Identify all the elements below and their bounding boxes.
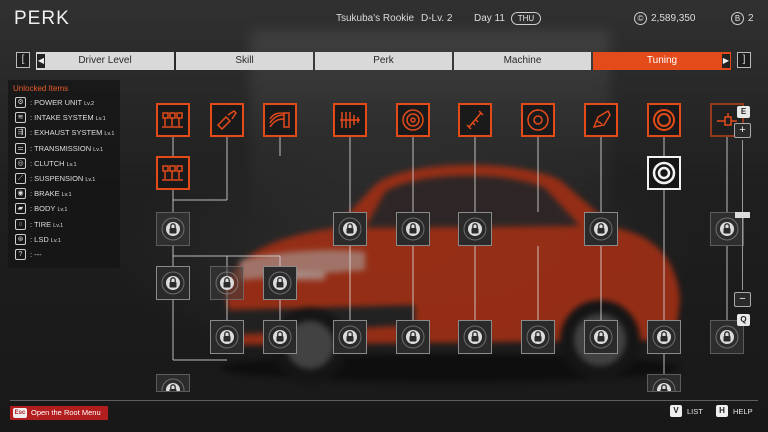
zoom-slider-thumb[interactable] bbox=[735, 212, 750, 218]
tree-node-locked[interactable] bbox=[263, 266, 297, 300]
tree-node-power-unit[interactable] bbox=[156, 103, 190, 137]
zoom-out-button[interactable]: − bbox=[734, 292, 751, 307]
tree-node-locked[interactable] bbox=[333, 320, 367, 354]
tree-node-locked[interactable] bbox=[396, 212, 430, 246]
lock-icon bbox=[715, 325, 739, 349]
lock-icon bbox=[589, 325, 613, 349]
tree-node-locked[interactable] bbox=[210, 320, 244, 354]
lock-icon bbox=[401, 325, 425, 349]
lock-icon bbox=[161, 217, 185, 241]
tree-node-intake-system[interactable] bbox=[210, 103, 244, 137]
power-unit-icon bbox=[162, 112, 183, 128]
power-unit-icon bbox=[162, 165, 183, 181]
tree-node-tire-selected[interactable] bbox=[647, 156, 681, 190]
tree-node-body[interactable] bbox=[584, 103, 618, 137]
suspension-icon bbox=[466, 110, 484, 130]
tuning-tree bbox=[0, 0, 768, 432]
lock-icon bbox=[652, 325, 676, 349]
tree-node-locked[interactable] bbox=[584, 320, 618, 354]
tree-connector-lines bbox=[172, 137, 728, 374]
tree-node-power-unit-2[interactable] bbox=[156, 156, 190, 190]
tree-node-locked[interactable] bbox=[647, 374, 681, 392]
tree-node-clutch[interactable] bbox=[396, 103, 430, 137]
lock-icon bbox=[526, 325, 550, 349]
tree-node-brake[interactable] bbox=[521, 103, 555, 137]
scroll-up-key[interactable]: E bbox=[737, 106, 750, 118]
tree-node-locked[interactable] bbox=[521, 320, 555, 354]
tree-node-locked[interactable] bbox=[156, 212, 190, 246]
lock-icon bbox=[161, 378, 185, 391]
transmission-icon bbox=[340, 112, 360, 128]
exhaust-system-icon bbox=[269, 112, 290, 128]
brake-icon bbox=[527, 109, 549, 131]
tree-node-locked[interactable] bbox=[396, 320, 430, 354]
tree-node-exhaust-system[interactable] bbox=[263, 103, 297, 137]
lock-icon bbox=[268, 271, 292, 295]
tree-node-locked[interactable] bbox=[333, 212, 367, 246]
list-key[interactable]: V bbox=[670, 405, 682, 417]
tree-node-suspension[interactable] bbox=[458, 103, 492, 137]
lock-icon bbox=[215, 325, 239, 349]
esc-key: Esc bbox=[13, 408, 27, 418]
lock-icon bbox=[401, 217, 425, 241]
tree-node-locked[interactable] bbox=[458, 212, 492, 246]
open-root-menu-button[interactable]: Esc Open the Root Menu bbox=[10, 406, 108, 420]
tree-node-locked[interactable] bbox=[584, 212, 618, 246]
intake-system-icon bbox=[216, 110, 237, 131]
tree-node-locked[interactable] bbox=[210, 266, 244, 300]
body-icon bbox=[592, 109, 611, 129]
clutch-icon bbox=[402, 109, 424, 131]
tree-node-locked[interactable] bbox=[263, 320, 297, 354]
lock-icon bbox=[215, 271, 239, 295]
tree-node-locked[interactable] bbox=[156, 266, 190, 300]
lock-icon bbox=[338, 217, 362, 241]
help-label: HELP bbox=[733, 407, 753, 416]
lock-icon bbox=[589, 217, 613, 241]
tree-node-tire[interactable] bbox=[647, 103, 681, 137]
tire-icon bbox=[653, 109, 675, 131]
lock-icon bbox=[338, 325, 362, 349]
footer-divider bbox=[10, 400, 758, 401]
tire-icon bbox=[652, 161, 676, 185]
zoom-in-button[interactable]: + bbox=[734, 123, 751, 138]
open-root-menu-label: Open the Root Menu bbox=[31, 408, 101, 417]
list-label: LIST bbox=[687, 407, 703, 416]
lock-icon bbox=[463, 325, 487, 349]
help-key[interactable]: H bbox=[716, 405, 728, 417]
lock-icon bbox=[652, 378, 676, 391]
lock-icon bbox=[268, 325, 292, 349]
lock-icon bbox=[715, 217, 739, 241]
tree-node-locked[interactable] bbox=[458, 320, 492, 354]
tree-node-transmission[interactable] bbox=[333, 103, 367, 137]
scroll-down-key[interactable]: Q bbox=[737, 314, 750, 326]
tree-node-locked[interactable] bbox=[647, 320, 681, 354]
lock-icon bbox=[161, 271, 185, 295]
tree-node-locked[interactable] bbox=[156, 374, 190, 392]
lock-icon bbox=[463, 217, 487, 241]
